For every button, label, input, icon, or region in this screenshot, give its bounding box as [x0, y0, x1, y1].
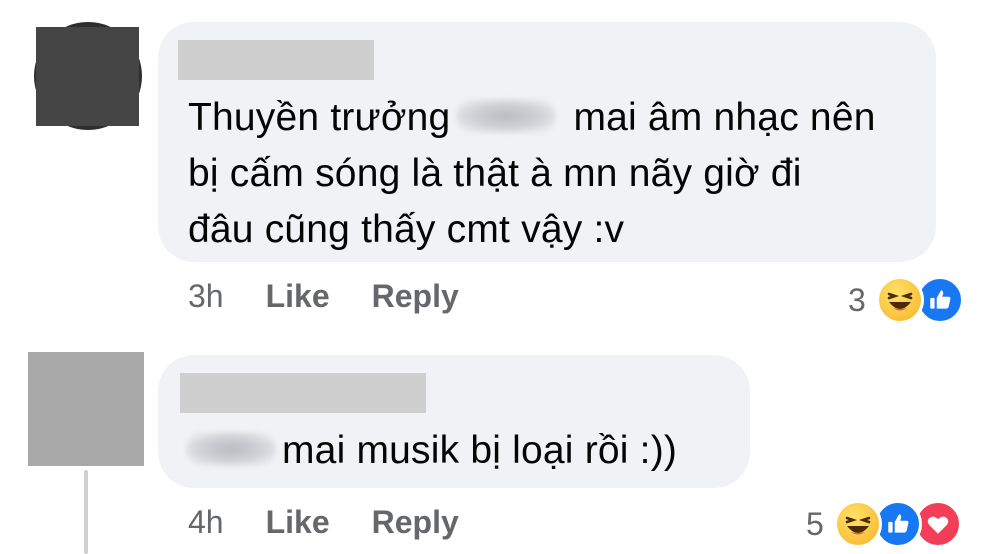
comment-time[interactable]: 4h	[188, 504, 224, 541]
comment-actions: 4h Like Reply	[188, 504, 501, 541]
comment-text-part: Thuyền trưởng	[188, 96, 451, 139]
comment-text-line: đâu cũng thấy cmt vậy :v	[188, 208, 625, 251]
reply-button[interactable]: Reply	[372, 278, 459, 315]
comment-time[interactable]: 3h	[188, 278, 224, 315]
avatar-redaction	[36, 27, 139, 126]
comment-text: Thuyền trưởng mai âm nhạc nên bị cấm són…	[188, 90, 876, 258]
avatar[interactable]	[28, 352, 144, 466]
comment-actions: 3h Like Reply	[188, 278, 501, 315]
reply-button[interactable]: Reply	[372, 504, 459, 541]
reaction-summary[interactable]: 5	[806, 500, 962, 548]
like-button[interactable]: Like	[266, 278, 330, 315]
reaction-summary[interactable]: 3	[848, 276, 964, 324]
thread-line	[84, 470, 88, 554]
comment-text: mai musik bị loại rồi :))	[186, 423, 677, 479]
comment-bubble: Thuyền trưởng mai âm nhạc nên bị cấm són…	[158, 22, 936, 262]
author-name-redacted[interactable]	[178, 40, 374, 80]
comment-text-part: mai âm nhạc nên	[562, 96, 876, 139]
comment-text-line: bị cấm sóng là thật à mn nãy giờ đi	[188, 152, 802, 195]
blurred-name	[186, 431, 276, 466]
haha-icon	[875, 276, 924, 324]
reaction-count: 3	[848, 281, 866, 318]
like-button[interactable]: Like	[266, 504, 330, 541]
author-name-redacted[interactable]	[180, 373, 426, 413]
haha-icon	[833, 500, 882, 548]
comment-bubble: mai musik bị loại rồi :))	[158, 355, 750, 488]
blurred-name	[456, 98, 557, 133]
comment-text-part: mai musik bị loại rồi :))	[282, 429, 678, 472]
reaction-count: 5	[806, 505, 824, 542]
